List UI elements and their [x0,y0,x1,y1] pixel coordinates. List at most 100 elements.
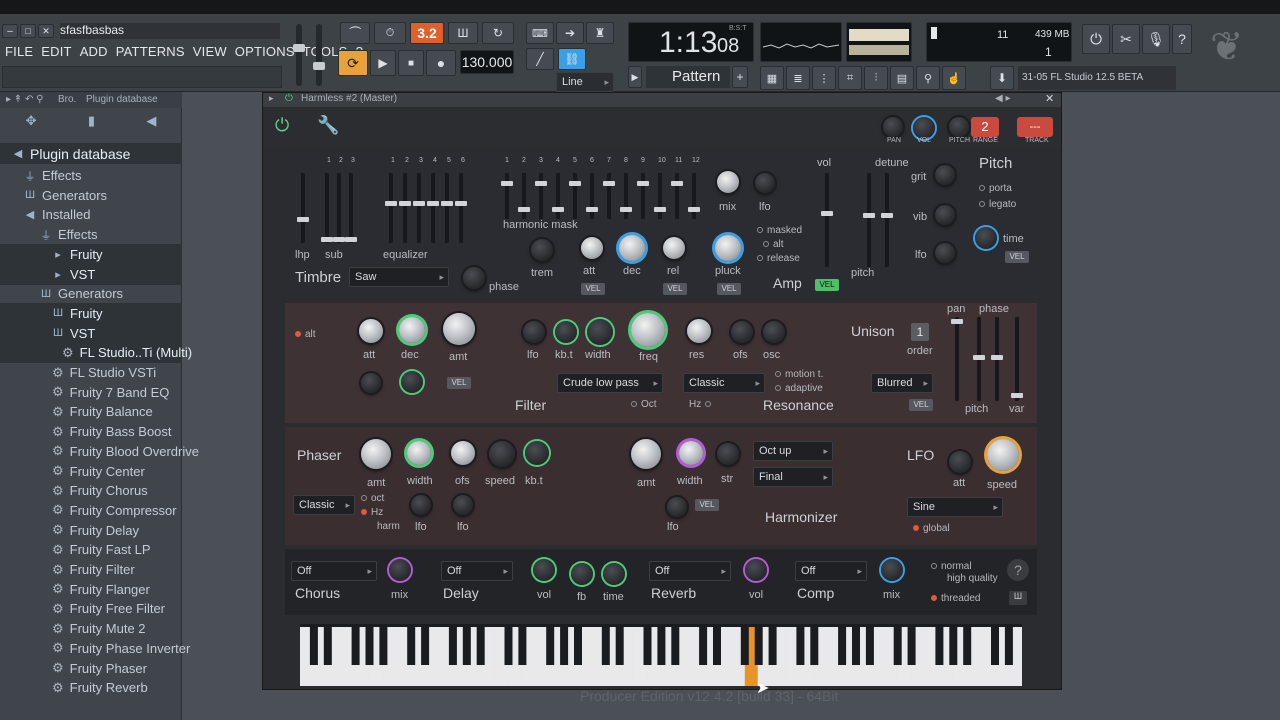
release-radio[interactable]: release [757,253,800,264]
filter-mod-knob-2[interactable] [401,371,423,393]
black-key[interactable] [852,627,860,665]
masked-radio[interactable]: masked [757,225,802,236]
harmonic-mask-fader[interactable] [603,173,615,219]
browser-item[interactable]: ⚙ Fruity Filter [0,559,182,580]
black-key[interactable] [351,627,360,665]
browser-item[interactable]: ⚙ Fruity Blood Overdrive [0,441,199,462]
filter-dec-knob[interactable] [399,317,425,343]
step-sequencer-icon[interactable]: ⌗ [838,66,862,90]
grit-knob[interactable] [935,165,955,185]
channel-rack-icon[interactable]: ≣ [786,66,810,90]
delay-fb-knob[interactable] [571,563,593,585]
plugin-close-icon[interactable]: ✕ [1045,92,1054,105]
black-key[interactable] [448,627,457,665]
harmonic-mask-fader[interactable] [535,173,547,219]
black-key[interactable] [699,627,708,665]
phaser-amt-knob[interactable] [361,439,391,469]
browser-tab-plugin-database[interactable]: Plugin database [86,94,158,105]
att-vel-button[interactable]: VEL [581,283,605,295]
black-key[interactable] [574,627,582,665]
master-pitch-slider[interactable] [313,24,325,86]
phaser-kbt-knob[interactable] [525,441,549,465]
lfo-global-radio[interactable]: global [913,523,950,534]
unison-phase-fader[interactable] [991,317,1003,401]
black-key[interactable] [754,627,763,665]
black-key[interactable] [560,627,569,665]
browser-item[interactable]: ⚙ Fruity Compressor [0,500,182,521]
black-key[interactable] [991,627,999,665]
black-key[interactable] [810,627,819,665]
black-key[interactable] [963,627,972,665]
menu-view[interactable]: VIEW [193,44,227,59]
black-key[interactable] [518,627,527,665]
download-icon[interactable]: ⬇ [990,66,1014,90]
maximize-button[interactable]: □ [20,24,36,38]
touch-controller-icon[interactable]: ☝ [942,66,966,90]
browser-item[interactable]: ⏚ Effects [0,165,182,186]
black-key[interactable] [379,627,388,665]
black-key[interactable] [740,627,749,665]
filter-osc-knob[interactable] [763,321,785,343]
rel-vel-button[interactable]: VEL [663,283,687,295]
phaser-width-knob[interactable] [407,441,431,465]
browser-item[interactable]: ⚙ Fruity Center [0,461,182,482]
master-volume-slider[interactable] [293,24,305,86]
harmonizer-amt-knob[interactable] [631,439,661,469]
browser-item[interactable]: ⚙ FL Studio VSTi [0,362,182,383]
browser-item[interactable]: ⚙ Fruity 7 Band EQ [0,382,182,403]
snap-dropdown[interactable]: Line [556,72,614,92]
black-key[interactable] [796,627,805,665]
pattern-selector[interactable]: Pattern 1 [646,66,730,107]
phaser-hz-radio[interactable]: Hz [361,507,383,518]
unison-order-value[interactable]: 1 [911,323,929,341]
black-key[interactable] [365,627,374,665]
lfo-shape-dropdown[interactable]: Sine [907,497,1003,517]
black-key[interactable] [949,627,958,665]
harmonic-mask-fader[interactable] [552,173,564,219]
black-key[interactable] [643,627,652,665]
browser-item[interactable]: ⚙ Fruity Balance [0,401,182,422]
harmonic-mask-fader[interactable] [620,173,632,219]
harmonic-mask-fader[interactable] [586,173,598,219]
menu-file[interactable]: FILE [5,44,33,59]
black-key[interactable] [657,627,666,665]
microphone-icon[interactable]: 🎙 [1142,24,1170,54]
trem-knob[interactable] [531,239,553,261]
dec-knob[interactable] [619,235,645,261]
song-mode-icon[interactable]: ⟳ [338,50,368,76]
eq-fader[interactable] [455,173,467,243]
track-selector[interactable]: --- [1017,117,1053,137]
phaser-lfo-knob-1[interactable] [411,495,431,515]
amp-vel-button[interactable]: VEL [815,279,839,291]
black-key[interactable] [907,627,916,665]
phaser-ofs-knob[interactable] [451,441,475,465]
recording-filter-icon[interactable]: ♜ [586,22,614,44]
titlebar-arrow-icon[interactable]: ▸ [269,93,274,104]
black-key[interactable] [601,627,610,665]
alt-radio[interactable]: alt [763,239,784,250]
pan-knob[interactable] [883,117,903,137]
pitch-vel-button[interactable]: VEL [1005,251,1029,263]
piano-roll-icon[interactable]: ⋮ [812,66,836,90]
lfo-speed-knob[interactable] [987,439,1019,471]
filter-res-knob[interactable] [687,319,711,343]
black-key[interactable] [865,627,874,665]
harmonizer-lfo-knob[interactable] [667,497,687,517]
piano-keyboard[interactable] [300,624,1022,686]
record-icon[interactable]: ● [426,50,456,76]
menu-patterns[interactable]: PATTERNS [116,44,185,59]
pitch-vol-fader[interactable] [821,173,833,267]
harmonic-mask-fader[interactable] [671,173,683,219]
filter-mod-knob-1[interactable] [361,373,381,393]
keyboard-toggle-icon[interactable]: Ш [1009,591,1027,605]
document-icon[interactable]: ▮ [88,113,95,129]
black-key[interactable] [935,627,944,665]
blend-notes-icon[interactable]: Ш [448,22,478,44]
filter-amt-knob[interactable] [443,313,475,345]
adaptive-radio[interactable]: adaptive [775,383,823,394]
plugin-picker-icon[interactable]: ⚲ [916,66,940,90]
harmonic-mask-fader[interactable] [654,173,666,219]
resonance-type-dropdown[interactable]: Classic [683,373,765,393]
tempo-display[interactable]: 130.000 [460,50,514,74]
eq-fader[interactable] [385,173,397,243]
